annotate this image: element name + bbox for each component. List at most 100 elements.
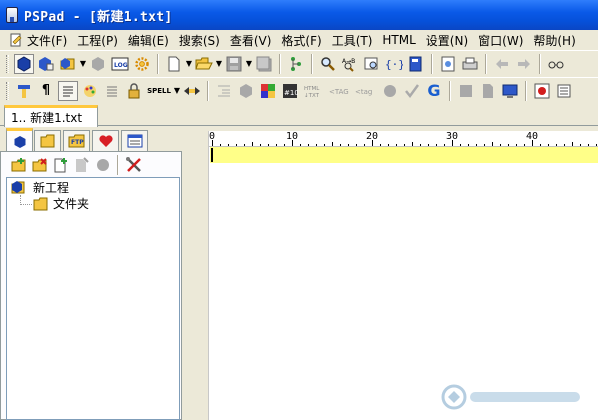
show-whitespace-button[interactable]: ¶ (36, 81, 56, 101)
spell-check-button[interactable]: SPELL (146, 81, 172, 101)
color-picker-button[interactable] (80, 81, 100, 101)
hex-button[interactable] (236, 81, 256, 101)
project-dropdown-arrow[interactable]: ▼ (79, 54, 87, 74)
tab-explorer[interactable] (34, 130, 61, 151)
tab-favorites[interactable] (92, 130, 119, 151)
record-macro-button[interactable] (532, 81, 552, 101)
play-macro-button[interactable] (554, 81, 574, 101)
bookmark-button[interactable] (406, 54, 426, 74)
toolbar-grip[interactable] (6, 81, 9, 100)
save-button[interactable] (224, 54, 244, 74)
ruler-tick (244, 144, 245, 146)
svg-text:FTP: FTP (71, 139, 84, 146)
ruler-tick (316, 144, 317, 146)
menu-format[interactable]: 格式(F) (276, 31, 326, 49)
tag-upper-button[interactable]: <TAG (328, 81, 352, 101)
app-icon[interactable] (6, 7, 18, 23)
project-button[interactable] (14, 53, 34, 74)
tab-ftp[interactable]: FTP (63, 130, 90, 151)
print-button[interactable] (460, 54, 480, 74)
menu-html[interactable]: HTML (377, 31, 420, 49)
find-button[interactable] (318, 54, 338, 74)
ruler-tick (268, 144, 269, 146)
color-table-button[interactable] (258, 81, 278, 101)
save-project-button[interactable] (58, 54, 78, 74)
screen-button[interactable] (500, 81, 520, 101)
ruler-tick (308, 144, 309, 146)
project-settings-button[interactable] (124, 156, 143, 175)
open-file-dropdown-arrow[interactable]: ▼ (215, 54, 223, 74)
redo-button[interactable] (514, 54, 534, 74)
preview-button[interactable] (438, 54, 458, 74)
toolbar-grip[interactable] (6, 54, 9, 73)
indent-button[interactable] (214, 81, 234, 101)
find-in-files-button[interactable] (362, 54, 382, 74)
add-file-button[interactable] (51, 156, 70, 175)
menu-window[interactable]: 窗口(W) (473, 31, 528, 49)
ruler-tick (380, 144, 381, 146)
tree-node-folder[interactable]: 文件夹 (33, 195, 89, 212)
save-dropdown-arrow[interactable]: ▼ (245, 54, 253, 74)
char-table-button[interactable]: #10 (280, 81, 300, 101)
block-button[interactable] (456, 81, 476, 101)
replace-button[interactable]: A→B (340, 54, 360, 74)
ruler-tick (420, 144, 421, 146)
open-folder-icon (195, 57, 213, 69)
circle-button[interactable] (380, 81, 400, 101)
save-all-button[interactable] (254, 54, 274, 74)
menu-settings[interactable]: 设置(N) (421, 31, 473, 49)
html-to-text-button[interactable]: HTML ↓TXT (302, 81, 326, 101)
spell-dropdown-arrow[interactable]: ▼ (173, 81, 181, 101)
remove-folder-button[interactable] (30, 156, 49, 175)
ruler-tick (596, 144, 597, 146)
menu-project[interactable]: 工程(P) (72, 31, 123, 49)
list-button[interactable] (102, 81, 122, 101)
ruler-tick (436, 144, 437, 146)
disabled-action-button[interactable] (93, 156, 112, 175)
menu-tools[interactable]: 工具(T) (327, 31, 378, 49)
google-button[interactable]: G (424, 81, 444, 101)
undo-arrow-icon (496, 58, 508, 69)
undo-button[interactable] (492, 54, 512, 74)
menu-help[interactable]: 帮助(H) (528, 31, 580, 49)
tag-lower-button[interactable]: <tag (354, 81, 378, 101)
add-folder-button[interactable] (9, 156, 28, 175)
bracket-button[interactable]: {·} (384, 54, 404, 74)
new-file-dropdown-arrow[interactable]: ▼ (185, 54, 193, 74)
document-tab[interactable]: 1.. 新建1.txt (4, 105, 98, 127)
indent-icon (218, 85, 230, 96)
text-editor-area[interactable] (209, 147, 598, 420)
ruler-tick (468, 144, 469, 146)
page-button[interactable] (478, 81, 498, 101)
ruler-tick (476, 144, 477, 146)
ruler-tick (484, 144, 485, 146)
lock-button[interactable] (124, 81, 144, 101)
ruler-tick (300, 144, 301, 146)
g-letter-icon: G (427, 81, 441, 100)
new-file-button[interactable] (164, 54, 184, 74)
clip-button[interactable] (286, 54, 306, 74)
menu-search[interactable]: 搜索(S) (174, 31, 225, 49)
menu-file[interactable]: 文件(F) (4, 31, 72, 49)
tab-windows[interactable] (121, 130, 148, 151)
check-button[interactable] (402, 81, 422, 101)
ruler-tick (500, 144, 501, 146)
log-icon: LOG (111, 57, 129, 70)
ruler-tick (340, 144, 341, 146)
tab-project[interactable] (6, 128, 33, 152)
tree-node-project[interactable]: 新工程 (11, 179, 69, 196)
settings-button[interactable] (132, 54, 152, 74)
windows-list-icon (127, 134, 142, 148)
menu-edit[interactable]: 编辑(E) (123, 31, 174, 49)
open-project-button[interactable] (36, 54, 56, 74)
word-wrap-button[interactable] (58, 80, 78, 101)
log-button[interactable]: LOG (110, 54, 130, 74)
menu-view[interactable]: 查看(V) (225, 31, 277, 49)
open-file-button[interactable] (194, 54, 214, 74)
ruler-tick (396, 144, 397, 146)
remove-file-button[interactable] (72, 156, 91, 175)
format-button[interactable] (14, 81, 34, 101)
close-project-button[interactable] (88, 54, 108, 74)
macro-button[interactable] (182, 81, 202, 101)
glasses-button[interactable] (546, 54, 566, 74)
